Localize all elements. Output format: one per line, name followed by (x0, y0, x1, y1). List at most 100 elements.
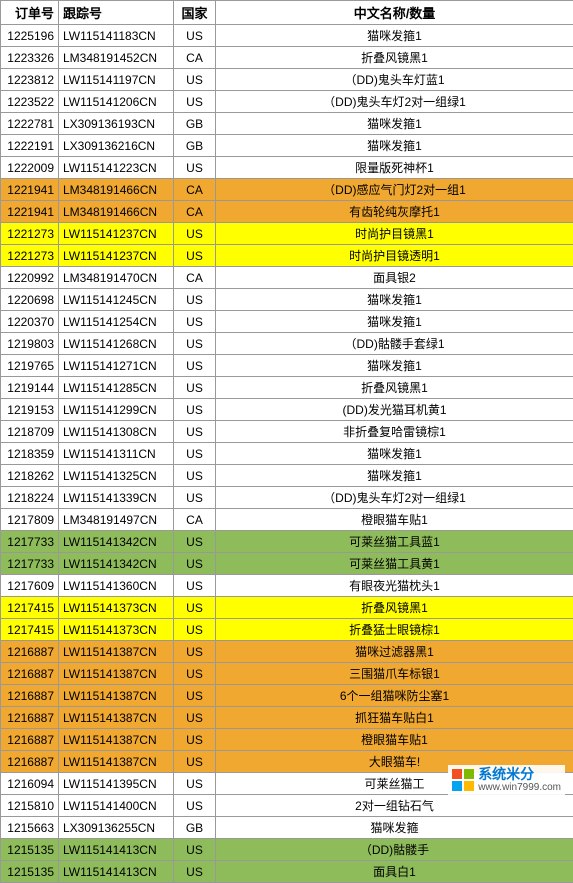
cell-desc: 非折叠复哈雷镜棕1 (216, 421, 573, 443)
table-row: 1220698LW115141245CNUS猫咪发箍1 (1, 289, 573, 311)
cell-country: GB (174, 817, 216, 839)
cell-desc: 猫咪发箍 (216, 817, 573, 839)
cell-country: CA (174, 509, 216, 531)
cell-desc: 折叠风镜黑1 (216, 47, 573, 69)
cell-track: LM348191466CN (59, 179, 174, 201)
table-row: 1216887LW115141387CNUS6个一组猫咪防尘塞1 (1, 685, 573, 707)
cell-order: 1223812 (1, 69, 59, 91)
cell-order: 1219765 (1, 355, 59, 377)
cell-track: LM348191497CN (59, 509, 174, 531)
cell-track: LW115141387CN (59, 685, 174, 707)
cell-order: 1220370 (1, 311, 59, 333)
table-row: 1217733LW115141342CNUS可莱丝猫工具蓝1 (1, 531, 573, 553)
cell-desc: 折叠风镜黑1 (216, 597, 573, 619)
cell-country: US (174, 91, 216, 113)
cell-track: LW115141268CN (59, 333, 174, 355)
cell-country: US (174, 663, 216, 685)
cell-desc: （DD)鬼头车灯2对一组绿1 (216, 487, 573, 509)
cell-order: 1221941 (1, 179, 59, 201)
cell-desc: 猫咪发箍1 (216, 443, 573, 465)
orders-table: 订单号 跟踪号 国家 中文名称/数量 1225196LW115141183CNU… (0, 0, 573, 883)
cell-desc: 6个一组猫咪防尘塞1 (216, 685, 573, 707)
cell-country: CA (174, 47, 216, 69)
cell-country: US (174, 553, 216, 575)
cell-order: 1223326 (1, 47, 59, 69)
cell-desc: 橙眼猫车贴1 (216, 729, 573, 751)
table-row: 1217809LM348191497CNCA橙眼猫车贴1 (1, 509, 573, 531)
watermark-text: 系统米分 www.win7999.com (478, 767, 561, 793)
cell-country: US (174, 641, 216, 663)
cell-country: US (174, 69, 216, 91)
table-row: 1219144LW115141285CNUS折叠风镜黑1 (1, 377, 573, 399)
cell-desc: 猫咪发箍1 (216, 25, 573, 47)
cell-country: US (174, 289, 216, 311)
cell-country: US (174, 333, 216, 355)
cell-track: LW115141400CN (59, 795, 174, 817)
table-row: 1225196LW115141183CNUS猫咪发箍1 (1, 25, 573, 47)
cell-desc: 折叠猛士眼镜棕1 (216, 619, 573, 641)
cell-desc: 有眼夜光猫枕头1 (216, 575, 573, 597)
cell-track: LW115141360CN (59, 575, 174, 597)
table-row: 1219803LW115141268CNUS（DD)骷髅手套绿1 (1, 333, 573, 355)
table-row: 1218359LW115141311CNUS猫咪发箍1 (1, 443, 573, 465)
cell-order: 1221273 (1, 223, 59, 245)
cell-country: US (174, 487, 216, 509)
cell-desc: 猫咪过滤器黑1 (216, 641, 573, 663)
cell-track: LW115141237CN (59, 223, 174, 245)
cell-track: LX309136216CN (59, 135, 174, 157)
cell-track: LM348191470CN (59, 267, 174, 289)
table-row: 1215663LX309136255CNGB猫咪发箍 (1, 817, 573, 839)
cell-desc: (DD)发光猫耳机黄1 (216, 399, 573, 421)
table-row: 1219153LW115141299CNUS(DD)发光猫耳机黄1 (1, 399, 573, 421)
table-row: 1217609LW115141360CNUS有眼夜光猫枕头1 (1, 575, 573, 597)
cell-track: LW115141223CN (59, 157, 174, 179)
cell-country: US (174, 421, 216, 443)
cell-order: 1222191 (1, 135, 59, 157)
cell-track: LW115141387CN (59, 729, 174, 751)
table-row: 1217415LW115141373CNUS折叠猛士眼镜棕1 (1, 619, 573, 641)
cell-track: LW115141373CN (59, 619, 174, 641)
cell-track: LW115141197CN (59, 69, 174, 91)
cell-order: 1221273 (1, 245, 59, 267)
cell-country: US (174, 751, 216, 773)
cell-country: GB (174, 135, 216, 157)
cell-order: 1217733 (1, 553, 59, 575)
table-row: 1222781LX309136193CNGB猫咪发箍1 (1, 113, 573, 135)
cell-country: US (174, 355, 216, 377)
cell-desc: （DD)骷髅手套绿1 (216, 333, 573, 355)
cell-desc: （DD)鬼头车灯2对一组绿1 (216, 91, 573, 113)
cell-order: 1225196 (1, 25, 59, 47)
cell-track: LW115141299CN (59, 399, 174, 421)
header-row: 订单号 跟踪号 国家 中文名称/数量 (1, 1, 573, 25)
table-row: 1218709LW115141308CNUS非折叠复哈雷镜棕1 (1, 421, 573, 443)
cell-country: US (174, 223, 216, 245)
cell-order: 1218359 (1, 443, 59, 465)
table-row: 1223812LW115141197CNUS（DD)鬼头车灯蓝1 (1, 69, 573, 91)
cell-desc: （DD)骷髅手 (216, 839, 573, 861)
logo-icon (452, 769, 474, 791)
cell-desc: 面具白1 (216, 861, 573, 883)
cell-order: 1216887 (1, 707, 59, 729)
cell-country: US (174, 729, 216, 751)
cell-desc: 猫咪发箍1 (216, 355, 573, 377)
cell-track: LM348191466CN (59, 201, 174, 223)
table-row: 1222009LW115141223CNUS限量版死神杯1 (1, 157, 573, 179)
table-row: 1221941LM348191466CNCA（DD)感应气门灯2对一组1 (1, 179, 573, 201)
cell-desc: （DD)鬼头车灯蓝1 (216, 69, 573, 91)
cell-order: 1220992 (1, 267, 59, 289)
cell-desc: 三围猫爪车标银1 (216, 663, 573, 685)
header-country: 国家 (174, 1, 216, 25)
cell-track: LW115141387CN (59, 641, 174, 663)
table-row: 1217733LW115141342CNUS可莱丝猫工具黄1 (1, 553, 573, 575)
cell-desc: 猫咪发箍1 (216, 135, 573, 157)
table-row: 1216887LW115141387CNUS猫咪过滤器黑1 (1, 641, 573, 663)
cell-desc: 2对一组钻石气 (216, 795, 573, 817)
table-row: 1219765LW115141271CNUS猫咪发箍1 (1, 355, 573, 377)
cell-order: 1217415 (1, 619, 59, 641)
cell-desc: 猫咪发箍1 (216, 311, 573, 333)
table-row: 1218224LW115141339CNUS（DD)鬼头车灯2对一组绿1 (1, 487, 573, 509)
cell-order: 1219153 (1, 399, 59, 421)
cell-order: 1216094 (1, 773, 59, 795)
cell-track: LX309136193CN (59, 113, 174, 135)
cell-track: LM348191452CN (59, 47, 174, 69)
